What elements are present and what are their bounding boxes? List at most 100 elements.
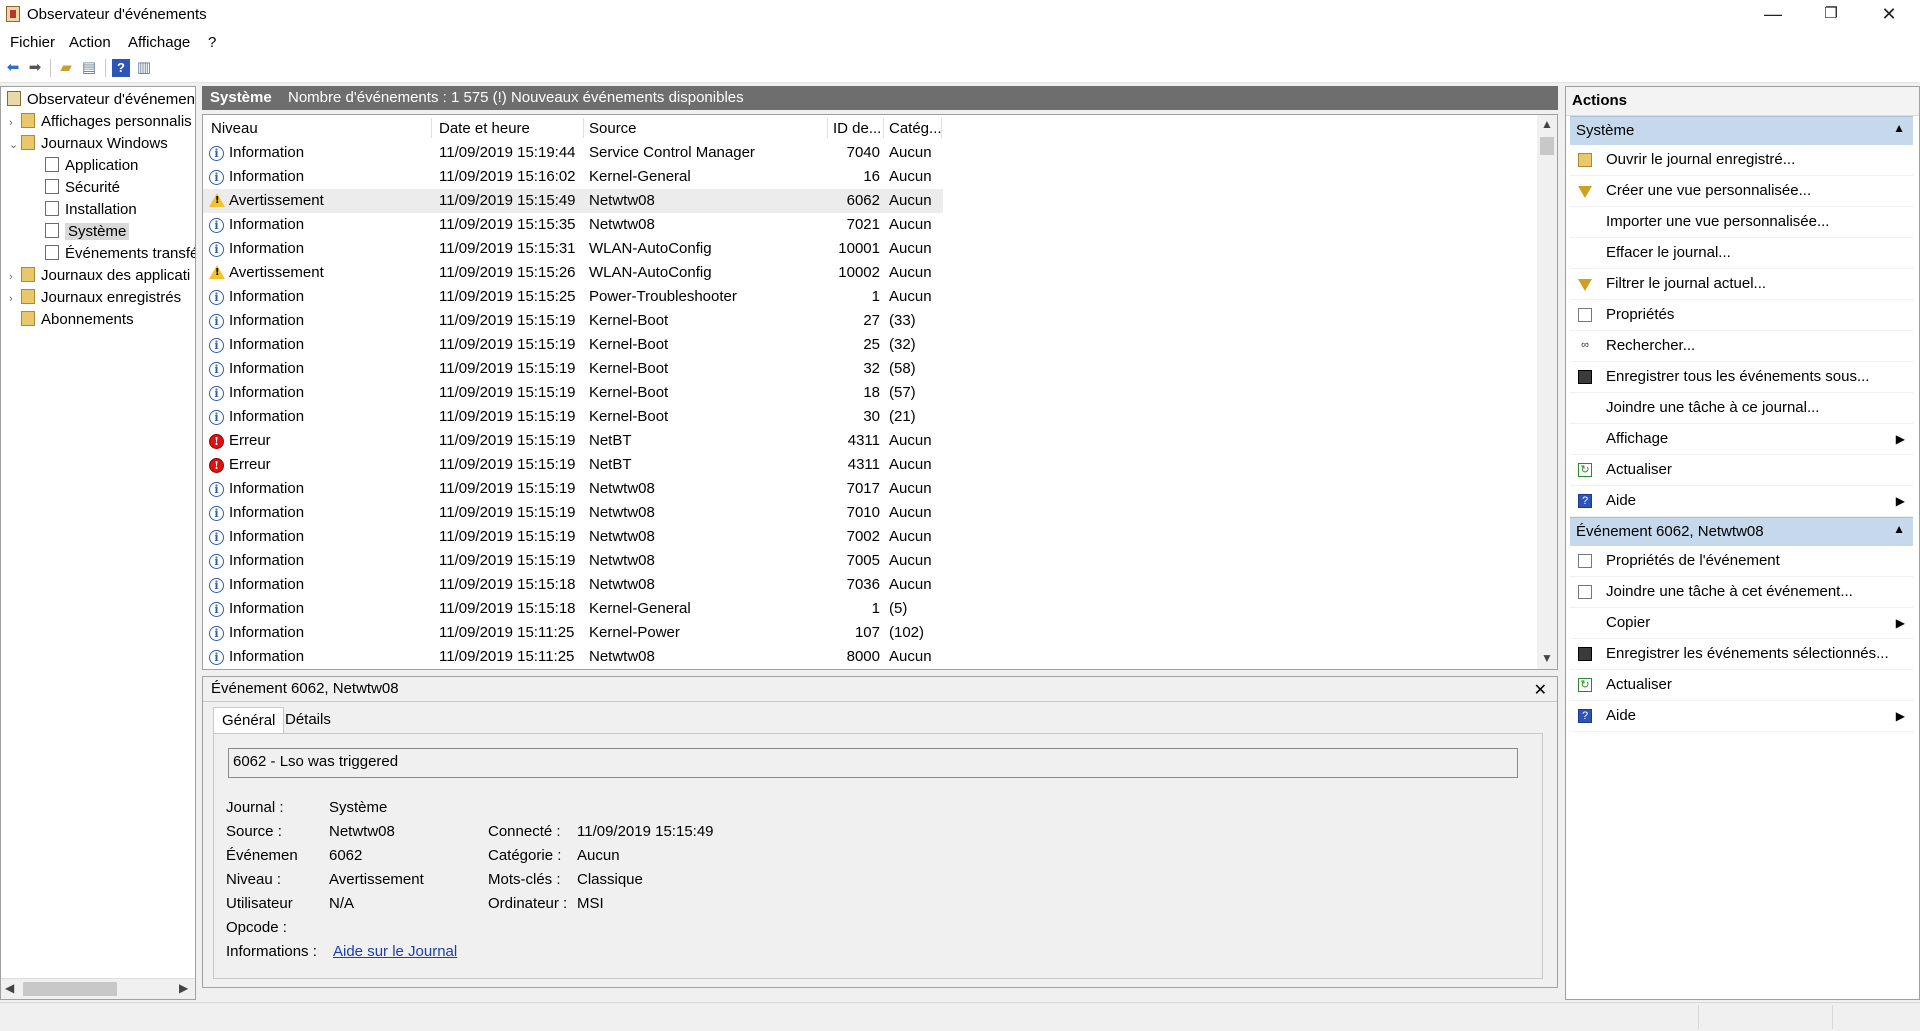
action-ouvrir-le-journal-enregistre[interactable]: Ouvrir le journal enregistré...	[1570, 145, 1913, 176]
table-row[interactable]: i Information 11/09/2019 15:15:18 Kernel-Ge…	[203, 597, 943, 621]
cell-source: Netwtw08	[589, 552, 655, 569]
column-header-id[interactable]: ID de...	[833, 120, 881, 137]
action-effacer-le-journal[interactable]: Effacer le journal...	[1570, 238, 1913, 269]
minimize-button[interactable]: —	[1744, 0, 1802, 30]
tree-item-custom-views[interactable]: › Affichages personnalis	[9, 111, 192, 133]
action-importer-une-vue-personnalisee[interactable]: Importer une vue personnalisée...	[1570, 207, 1913, 238]
actions-section-system[interactable]: Système ▲	[1570, 116, 1913, 145]
action-enregistrer-tous-les-evenements-sous[interactable]: Enregistrer tous les événements sous...	[1570, 362, 1913, 393]
action-joindre-une-tache-a-ce-journal[interactable]: Joindre une tâche à ce journal...	[1570, 393, 1913, 424]
scroll-down-arrow-icon[interactable]: ▼	[1541, 651, 1553, 665]
scroll-up-arrow-icon[interactable]: ▲	[1541, 117, 1553, 131]
scroll-right-arrow-icon[interactable]: ▶	[179, 981, 188, 995]
action-affichage[interactable]: Affichage ▶	[1570, 424, 1913, 455]
table-row[interactable]: i Information 11/09/2019 15:15:19 Netwtw08 7…	[203, 549, 943, 573]
tree-item-subscriptions[interactable]: Abonnements	[21, 309, 134, 331]
action-proprietes-de-l-evenement[interactable]: Propriétés de l'événement	[1570, 546, 1913, 577]
table-row[interactable]: i Information 11/09/2019 15:15:19 Kernel-Bo…	[203, 357, 943, 381]
table-row[interactable]: ! Erreur 11/09/2019 15:15:19 NetBT 4311 Aucun	[203, 453, 943, 477]
cell-level: Information	[229, 240, 305, 257]
cell-category: Aucun	[889, 288, 932, 305]
console-tree-icon[interactable]: ▤	[80, 59, 98, 77]
action-enregistrer-les-evenements-selectionnes[interactable]: Enregistrer les événements sélectionnés.…	[1570, 639, 1913, 670]
up-folder-icon[interactable]: ▰	[57, 59, 75, 77]
tree-item-saved-logs[interactable]: › Journaux enregistrés	[9, 287, 181, 309]
table-row[interactable]: i Information 11/09/2019 15:11:25 Netwtw08 8…	[203, 645, 943, 669]
scroll-thumb[interactable]	[23, 982, 117, 996]
table-row[interactable]: i Information 11/09/2019 15:11:25 Kernel-Po…	[203, 621, 943, 645]
column-header-category[interactable]: Catég...	[889, 120, 942, 137]
collapse-caret-icon[interactable]: ▲	[1893, 121, 1905, 135]
table-row[interactable]: i Information 11/09/2019 15:15:25 Power-Tro…	[203, 285, 943, 309]
table-row[interactable]: Avertissement 11/09/2019 15:15:49 Netwtw08…	[203, 189, 943, 213]
maximize-button[interactable]: ❐	[1802, 0, 1860, 30]
tab-details[interactable]: Détails	[277, 707, 339, 733]
expand-chevron-icon[interactable]: ›	[9, 266, 21, 288]
tree-horizontal-scrollbar[interactable]: ◀ ▶	[1, 978, 195, 999]
help-journal-link[interactable]: Aide sur le Journal	[333, 943, 457, 960]
column-header-level[interactable]: Niveau	[211, 120, 258, 137]
cell-date: 11/09/2019 15:15:49	[439, 192, 576, 209]
help-icon[interactable]: ?	[112, 59, 130, 77]
table-row[interactable]: Avertissement 11/09/2019 15:15:26 WLAN-Aut…	[203, 261, 943, 285]
tab-general[interactable]: Général	[213, 707, 285, 734]
event-detail-pane: Événement 6062, Netwtw08 ✕ Général Détai…	[202, 676, 1558, 988]
scroll-left-arrow-icon[interactable]: ◀	[5, 981, 14, 995]
table-row[interactable]: ! Erreur 11/09/2019 15:15:19 NetBT 4311 Aucun	[203, 429, 943, 453]
table-row[interactable]: i Information 11/09/2019 15:15:19 Kernel-Bo…	[203, 333, 943, 357]
tree-root[interactable]: Observateur d'événement	[7, 89, 195, 111]
action-rechercher[interactable]: ∞ Rechercher...	[1570, 331, 1913, 362]
menu-action[interactable]: Action	[69, 34, 111, 51]
back-arrow-icon[interactable]: ⬅	[4, 59, 22, 77]
table-row[interactable]: i Information 11/09/2019 15:15:19 Netwtw08 7…	[203, 501, 943, 525]
menu-affichage[interactable]: Affichage	[128, 34, 190, 51]
folder-icon	[21, 113, 35, 128]
tree-item-security[interactable]: Sécurité	[45, 177, 120, 199]
action-proprietes[interactable]: Propriétés	[1570, 300, 1913, 331]
expand-chevron-icon[interactable]: ›	[9, 288, 21, 310]
event-message[interactable]: 6062 - Lso was triggered	[228, 748, 1518, 778]
tree-item-forwarded-events[interactable]: Événements transfé	[45, 243, 195, 265]
tree-item-setup[interactable]: Installation	[45, 199, 137, 221]
scroll-thumb[interactable]	[1540, 137, 1554, 155]
table-row[interactable]: i Information 11/09/2019 15:15:35 Netwtw08 7…	[203, 213, 943, 237]
menu-fichier[interactable]: Fichier	[10, 34, 55, 51]
action-actualiser[interactable]: ↻ Actualiser	[1570, 455, 1913, 486]
column-header-source[interactable]: Source	[589, 120, 637, 137]
tree-item-label: Affichages personnalis	[41, 113, 192, 130]
action-creer-une-vue-personnalisee[interactable]: Créer une vue personnalisée...	[1570, 176, 1913, 207]
tree-item-application[interactable]: Application	[45, 155, 138, 177]
column-header-date[interactable]: Date et heure	[439, 120, 530, 137]
table-row[interactable]: i Information 11/09/2019 15:15:19 Kernel-Bo…	[203, 405, 943, 429]
cell-level: Information	[229, 648, 305, 665]
table-row[interactable]: i Information 11/09/2019 15:15:19 Kernel-Bo…	[203, 381, 943, 405]
tree-item-windows-logs[interactable]: ⌄ Journaux Windows	[9, 133, 168, 155]
table-row[interactable]: i Information 11/09/2019 15:15:19 Netwtw08 7…	[203, 525, 943, 549]
collapse-chevron-icon[interactable]: ⌄	[9, 134, 21, 156]
table-row[interactable]: i Information 11/09/2019 15:16:02 Kernel-Ge…	[203, 165, 943, 189]
action-aide[interactable]: ? Aide ▶	[1570, 701, 1913, 732]
action-aide[interactable]: ? Aide ▶	[1570, 486, 1913, 517]
action-actualiser[interactable]: ↻ Actualiser	[1570, 670, 1913, 701]
events-vertical-scrollbar[interactable]: ▲ ▼	[1537, 115, 1557, 669]
action-copier[interactable]: Copier ▶	[1570, 608, 1913, 639]
close-detail-icon[interactable]: ✕	[1534, 680, 1547, 700]
table-row[interactable]: i Information 11/09/2019 15:15:19 Kernel-Bo…	[203, 309, 943, 333]
table-row[interactable]: i Information 11/09/2019 15:15:18 Netwtw08 7…	[203, 573, 943, 597]
table-row[interactable]: i Information 11/09/2019 15:19:44 Service C…	[203, 141, 943, 165]
menu-help[interactable]: ?	[208, 34, 216, 51]
cell-level: Information	[229, 168, 305, 185]
forward-arrow-icon[interactable]: ➡	[26, 59, 44, 77]
table-row[interactable]: i Information 11/09/2019 15:15:19 Netwtw08 7…	[203, 477, 943, 501]
tree-item-applications-logs[interactable]: › Journaux des applicati	[9, 265, 190, 287]
actions-section-event[interactable]: Événement 6062, Netwtw08 ▲	[1570, 517, 1913, 546]
close-button[interactable]: ✕	[1860, 0, 1918, 30]
table-row[interactable]: i Information 11/09/2019 15:15:31 WLAN-Auto…	[203, 237, 943, 261]
action-joindre-une-tache-a-cet-evenement[interactable]: Joindre une tâche à cet événement...	[1570, 577, 1913, 608]
expand-chevron-icon[interactable]: ›	[9, 112, 21, 134]
cell-date: 11/09/2019 15:11:25	[439, 624, 575, 641]
collapse-caret-icon[interactable]: ▲	[1893, 522, 1905, 536]
show-hide-action-pane-icon[interactable]: ▥	[135, 59, 153, 77]
tree-item-system[interactable]: Système	[45, 221, 130, 243]
action-filtrer-le-journal-actuel[interactable]: Filtrer le journal actuel...	[1570, 269, 1913, 300]
